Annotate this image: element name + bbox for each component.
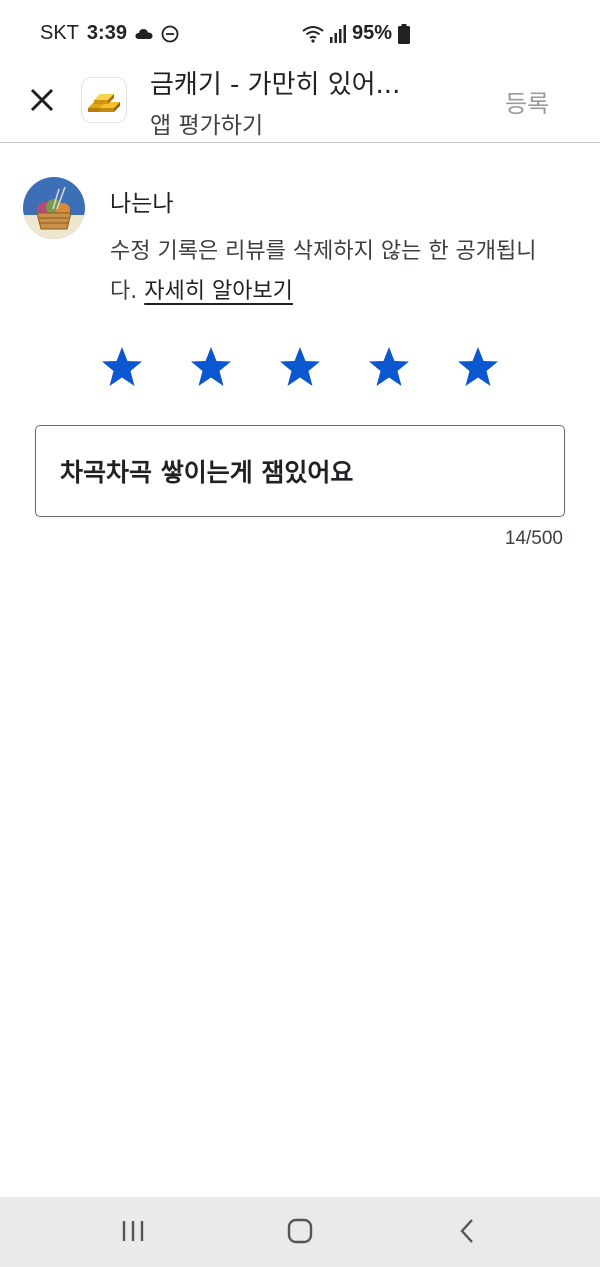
star-3-icon[interactable]: [278, 345, 322, 389]
close-icon: [26, 84, 58, 116]
status-right: 95%: [302, 22, 410, 45]
back-button[interactable]: [450, 1215, 486, 1247]
status-bar: SKT 3:39 95%: [0, 0, 600, 64]
close-button[interactable]: [26, 84, 58, 116]
submit-button[interactable]: 등록: [505, 84, 549, 119]
home-icon: [282, 1215, 318, 1247]
star-2-icon[interactable]: [189, 345, 233, 389]
carrier-label: SKT: [40, 22, 79, 44]
learn-more-link[interactable]: 자세히 알아보기: [144, 279, 293, 304]
recent-apps-icon: [115, 1215, 151, 1247]
signal-icon: [329, 24, 346, 43]
page-subtitle: 앱 평가하기: [150, 113, 264, 139]
battery-percent: 95%: [351, 22, 392, 44]
app-icon: [81, 77, 127, 123]
dnd-icon: [161, 25, 179, 43]
recent-apps-button[interactable]: [115, 1215, 151, 1247]
back-icon: [450, 1215, 486, 1247]
star-rating: [100, 345, 500, 389]
home-button[interactable]: [282, 1215, 318, 1247]
star-5-icon[interactable]: [456, 345, 500, 389]
star-4-icon[interactable]: [367, 345, 411, 389]
review-text: 차곡차곡 쌓이는게 잼있어요: [60, 458, 354, 487]
wifi-icon: [302, 25, 324, 43]
status-left: SKT 3:39: [40, 22, 179, 45]
battery-icon: [398, 23, 410, 44]
character-counter: 14/500: [504, 528, 563, 549]
cloud-icon: [135, 27, 153, 41]
gold-bars-icon: [82, 78, 126, 122]
public-notice: 수정 기록은 리뷰를 삭제하지 않는 한 공개됩니다. 자세히 알아보기: [110, 232, 550, 312]
clock: 3:39: [86, 22, 127, 44]
app-title: 금캐기 - 가만히 있어...: [150, 70, 401, 100]
user-name: 나는나: [110, 191, 174, 217]
avatar: [23, 177, 85, 239]
app-bar: 금캐기 - 가만히 있어... 앱 평가하기 등록: [0, 64, 600, 143]
star-1-icon[interactable]: [100, 345, 144, 389]
review-input[interactable]: 차곡차곡 쌓이는게 잼있어요: [35, 425, 565, 517]
system-nav-bar: [0, 1197, 600, 1267]
